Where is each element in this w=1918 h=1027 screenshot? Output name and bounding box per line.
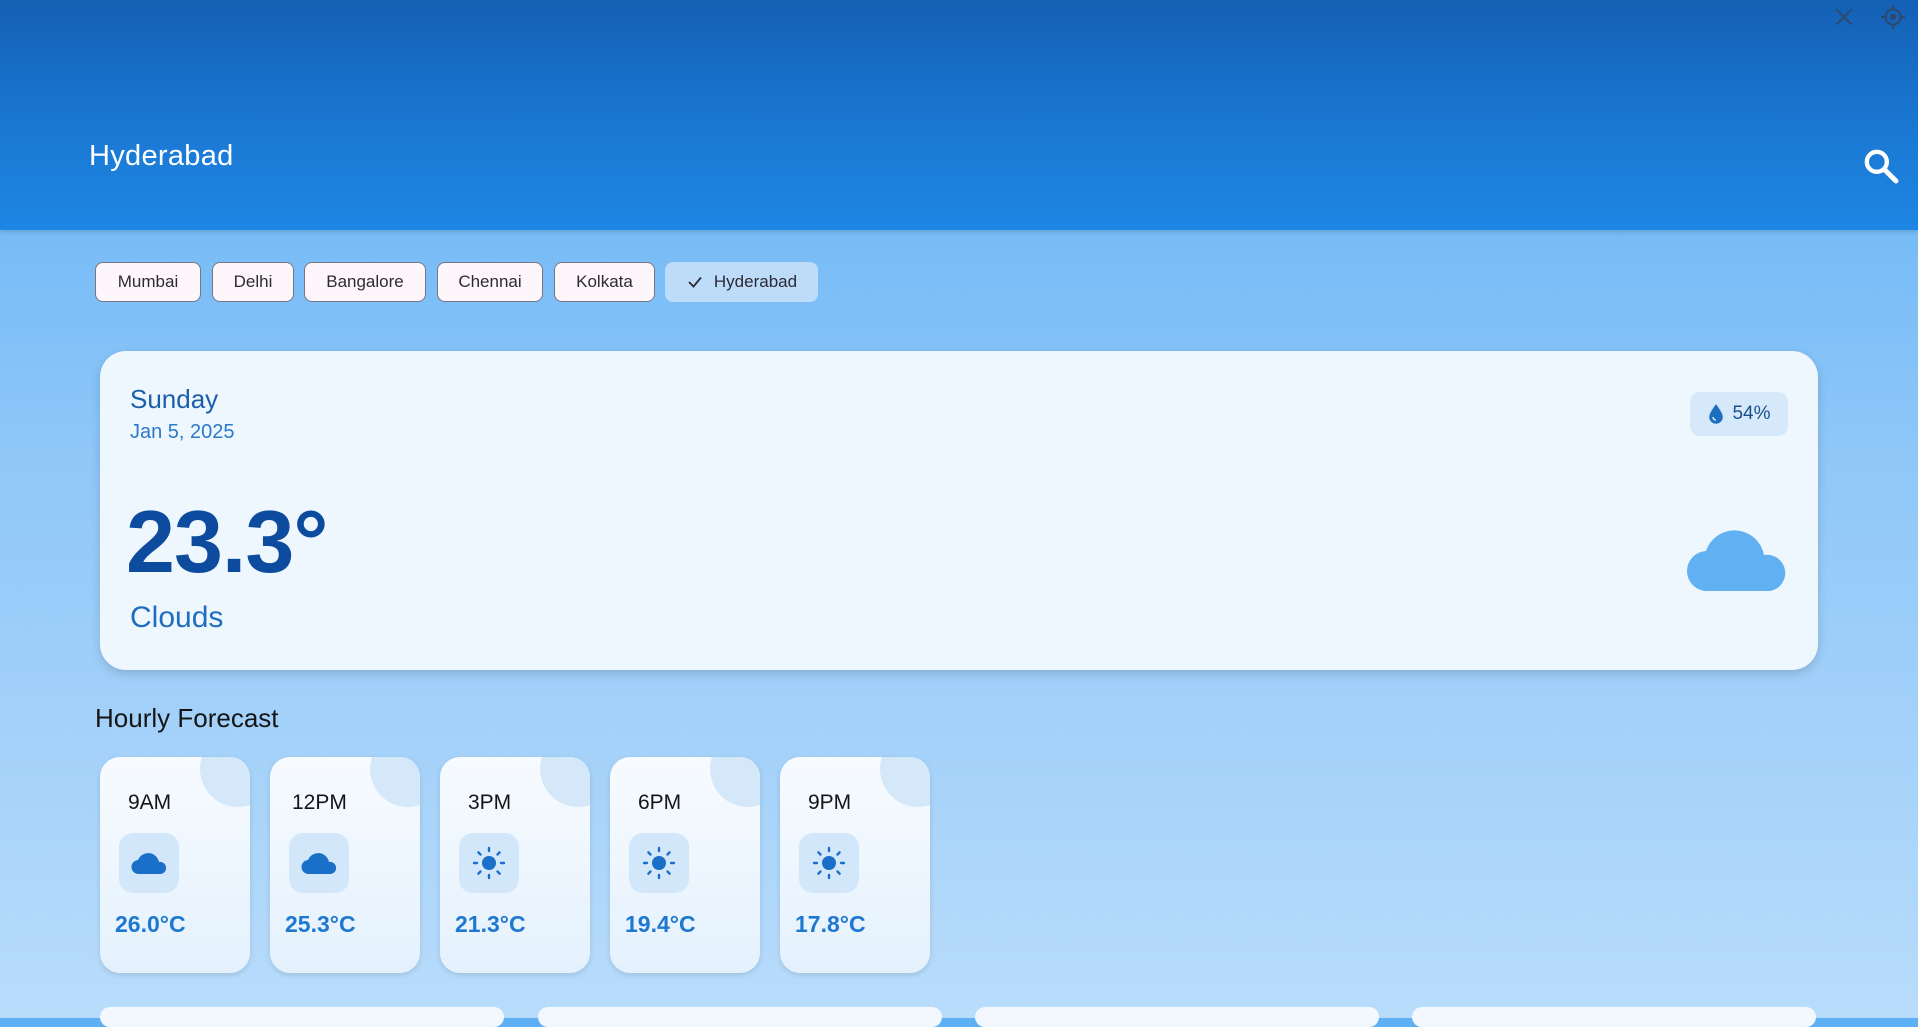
hourly-forecast-title: Hourly Forecast: [95, 703, 279, 733]
humidity-badge: 54%: [1690, 392, 1788, 436]
search-icon[interactable]: [1861, 146, 1901, 186]
current-temperature: 23.3°: [126, 492, 328, 591]
chip-kolkata[interactable]: Kolkata: [554, 262, 655, 302]
daily-card: [1412, 1007, 1816, 1027]
daily-card: [538, 1007, 942, 1027]
hourly-temperature: 21.3°C: [455, 911, 526, 937]
close-icon[interactable]: [1831, 4, 1857, 30]
day-label: Sunday: [130, 384, 219, 414]
hourly-temperature: 19.4°C: [625, 911, 696, 937]
weather-icon-box: [459, 833, 519, 893]
chip-label: Bangalore: [326, 272, 404, 291]
hourly-temperature: 17.8°C: [795, 911, 866, 937]
cloud-icon: [301, 853, 337, 875]
city-title: Hyderabad: [89, 140, 234, 172]
app-bar: Hyderabad: [0, 0, 1918, 230]
chip-label: Mumbai: [117, 272, 179, 291]
hourly-time: 6PM: [638, 791, 682, 814]
hourly-card: 9AM 26.0°C: [100, 757, 250, 973]
hourly-time: 9AM: [128, 791, 172, 814]
location-target-icon[interactable]: [1880, 4, 1906, 30]
date-label: Jan 5, 2025: [130, 421, 235, 443]
chip-label: Chennai: [458, 272, 522, 291]
hourly-time: 12PM: [292, 791, 347, 814]
weather-icon-box: [629, 833, 689, 893]
hourly-temperature: 26.0°C: [115, 911, 186, 937]
chip-label: Hyderabad: [713, 272, 798, 291]
hourly-card: 9PM 17.8°C: [780, 757, 930, 973]
sun-icon: [642, 846, 676, 880]
daily-card: [975, 1007, 1379, 1027]
weather-icon-box: [289, 833, 349, 893]
cloud-icon: [131, 853, 167, 875]
chip-label: Delhi: [233, 272, 273, 291]
chip-delhi[interactable]: Delhi: [212, 262, 294, 302]
cloud-icon: [1686, 530, 1786, 592]
decorative-circle: [540, 757, 590, 807]
humidity-value: 54%: [1732, 403, 1771, 424]
hourly-temperature: 25.3°C: [285, 911, 356, 937]
chip-chennai[interactable]: Chennai: [437, 262, 543, 302]
chip-hyderabad[interactable]: Hyderabad: [665, 262, 818, 302]
weather-condition: Clouds: [130, 601, 224, 634]
hourly-card: 6PM 19.4°C: [610, 757, 760, 973]
checkmark-icon: [688, 276, 702, 288]
daily-card: [100, 1007, 504, 1027]
decorative-circle: [370, 757, 420, 807]
hourly-time: 3PM: [468, 791, 512, 814]
chip-bangalore[interactable]: Bangalore: [304, 262, 426, 302]
decorative-circle: [200, 757, 250, 807]
hourly-card: 3PM 21.3°C: [440, 757, 590, 973]
sun-icon: [472, 846, 506, 880]
chip-label: Kolkata: [576, 272, 633, 291]
chip-mumbai[interactable]: Mumbai: [95, 262, 201, 302]
weather-icon-box: [119, 833, 179, 893]
sun-icon: [812, 846, 846, 880]
decorative-circle: [710, 757, 760, 807]
weather-icon-box: [799, 833, 859, 893]
decorative-circle: [880, 757, 930, 807]
current-weather-card: Sunday Jan 5, 2025 23.3° Clouds 54%: [100, 351, 1818, 670]
hourly-time: 9PM: [808, 791, 852, 814]
water-drop-icon: [1709, 404, 1724, 424]
hourly-card: 12PM 25.3°C: [270, 757, 420, 973]
